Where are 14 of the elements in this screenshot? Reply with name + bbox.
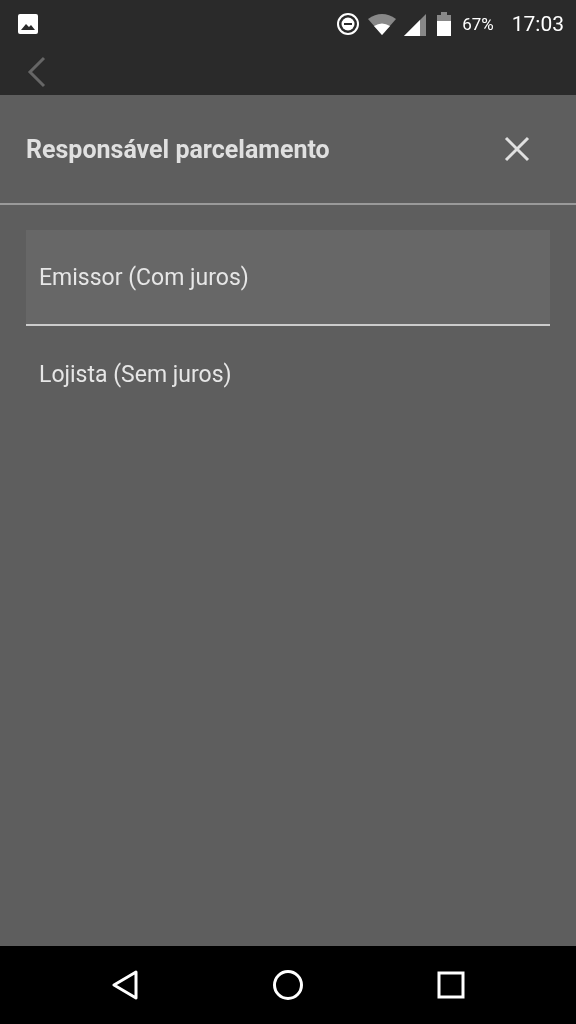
option-item[interactable]: Lojista (Sem juros): [26, 326, 550, 422]
recents-icon[interactable]: [437, 971, 466, 999]
home-icon[interactable]: [272, 969, 304, 1001]
back-icon[interactable]: [110, 970, 139, 1000]
close-icon[interactable]: [504, 136, 530, 162]
battery-percentage: 67%: [462, 14, 494, 34]
dialog-title: Responsável parcelamento: [26, 134, 331, 164]
signal-icon: [404, 12, 429, 36]
wifi-icon: [368, 13, 397, 35]
image-icon: [18, 14, 38, 34]
clock-time: 17:03: [511, 12, 564, 36]
do-not-disturb-icon: [336, 12, 361, 36]
battery-icon: [436, 12, 453, 36]
option-item[interactable]: Emissor (Com juros): [26, 230, 550, 326]
